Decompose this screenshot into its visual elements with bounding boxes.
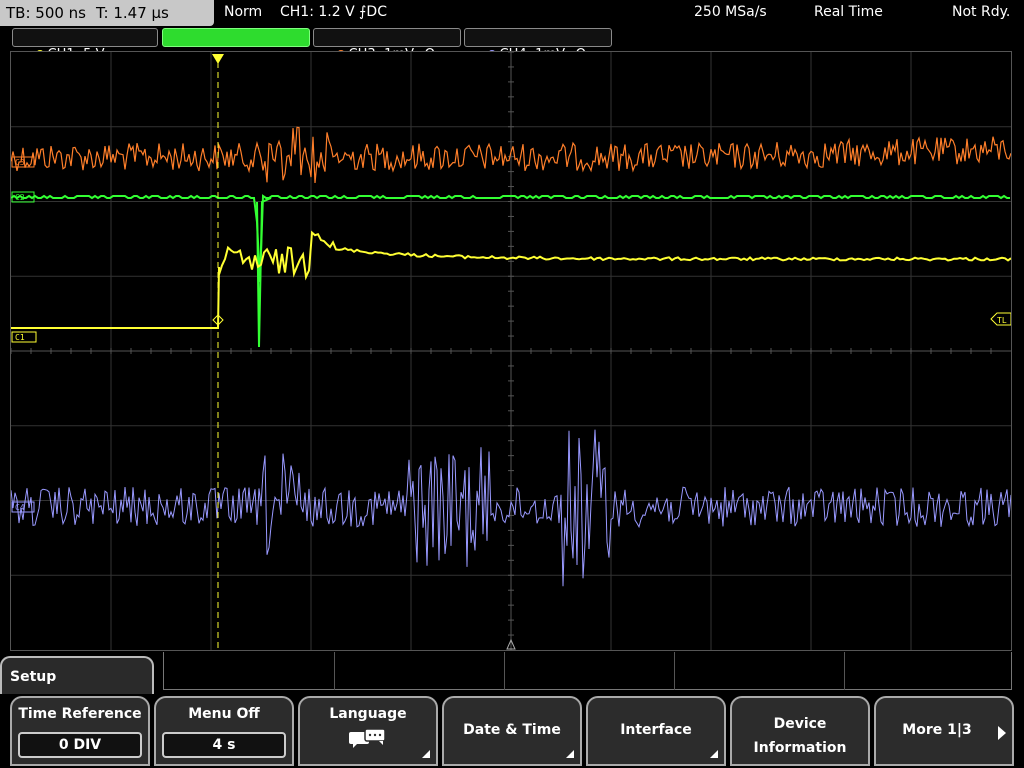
time-reference-softkey[interactable]: Time Reference 0 DIV	[10, 696, 150, 766]
trigger-level-label: TL	[997, 316, 1007, 325]
graticule	[11, 52, 1011, 650]
menu-title: Setup	[0, 656, 154, 698]
ch3-marker-label: C3	[15, 158, 25, 167]
more-softkey[interactable]: More 1|3	[874, 696, 1014, 766]
menu-off-value: 4 s	[162, 732, 286, 758]
date-time-label: Date & Time	[463, 722, 561, 738]
waveform-display[interactable]: T C3 C2 C1 C4 TL	[10, 51, 1012, 651]
acquisition-mode: Real Time	[814, 4, 883, 20]
waveform-svg: T C3 C2 C1 C4 TL	[11, 52, 1011, 650]
trigger-source: CH1: 1.2 V ⨍DC	[280, 4, 387, 20]
status-bar: TB: 500 ns T: 1.47 µs Norm CH1: 1.2 V ⨍DC…	[0, 0, 1024, 26]
trigger-level-marker[interactable]: TL	[990, 312, 1011, 326]
channel-tabs: CH1: 5 V≃ CH2: 20 mV≃Ω CH3: 1mV≃Ω CH4: 1…	[0, 26, 1024, 62]
device-information-softkey[interactable]: Device Information	[730, 696, 870, 766]
ch2-marker-label: C2	[15, 193, 25, 202]
language-label: Language	[329, 706, 407, 722]
timebase-box[interactable]: TB: 500 ns T: 1.47 µs	[0, 0, 214, 26]
info-strip	[163, 652, 1012, 690]
sample-rate: 250 MSa/s	[694, 4, 767, 20]
channel-4-tab[interactable]: CH4: 1mV≃Ω	[464, 28, 612, 62]
trigger-mode: Norm	[224, 4, 263, 20]
ch1-marker-label: C1	[15, 333, 25, 342]
ch1-offset-marker[interactable]: C1	[11, 331, 37, 343]
menu-off-softkey[interactable]: Menu Off 4 s	[154, 696, 294, 766]
trigger-time-readout: T: 1.47 µs	[96, 4, 169, 22]
channel-3-tab[interactable]: CH3: 1mV≃Ω	[313, 28, 461, 62]
submenu-indicator-icon	[566, 750, 574, 758]
trigger-status: Not Rdy.	[952, 4, 1011, 20]
interface-softkey[interactable]: Interface	[586, 696, 726, 766]
next-page-arrow-icon	[998, 726, 1006, 740]
info-strip-cell	[675, 652, 845, 690]
submenu-indicator-icon	[710, 750, 718, 758]
speech-bubbles-icon	[349, 728, 386, 748]
time-reference-value: 0 DIV	[18, 732, 142, 758]
submenu-indicator-icon	[422, 750, 430, 758]
info-strip-cell	[164, 652, 335, 690]
date-time-softkey[interactable]: Date & Time	[442, 696, 582, 766]
device-information-line2: Information	[753, 740, 847, 756]
language-softkey[interactable]: Language	[298, 696, 438, 766]
ch4-marker-label: C4	[15, 503, 25, 512]
menu-off-label: Menu Off	[188, 706, 260, 722]
time-reference-label: Time Reference	[18, 706, 142, 722]
trigger-position-label: T	[214, 67, 219, 76]
device-information-line1: Device	[773, 716, 827, 732]
channel-1-tab[interactable]: CH1: 5 V≃	[12, 28, 158, 62]
timebase-readout: TB: 500 ns	[6, 4, 86, 22]
info-strip-cell	[505, 652, 675, 690]
softkey-bar: Time Reference 0 DIV Menu Off 4 s Langua…	[0, 694, 1024, 768]
device-information-label: Device Information	[732, 712, 868, 760]
channel-2-tab[interactable]: CH2: 20 mV≃Ω	[162, 28, 310, 62]
ch4-offset-marker[interactable]: C4	[11, 501, 35, 513]
interface-label: Interface	[620, 722, 692, 738]
more-label: More 1|3	[902, 722, 972, 738]
info-strip-cell	[335, 652, 505, 690]
